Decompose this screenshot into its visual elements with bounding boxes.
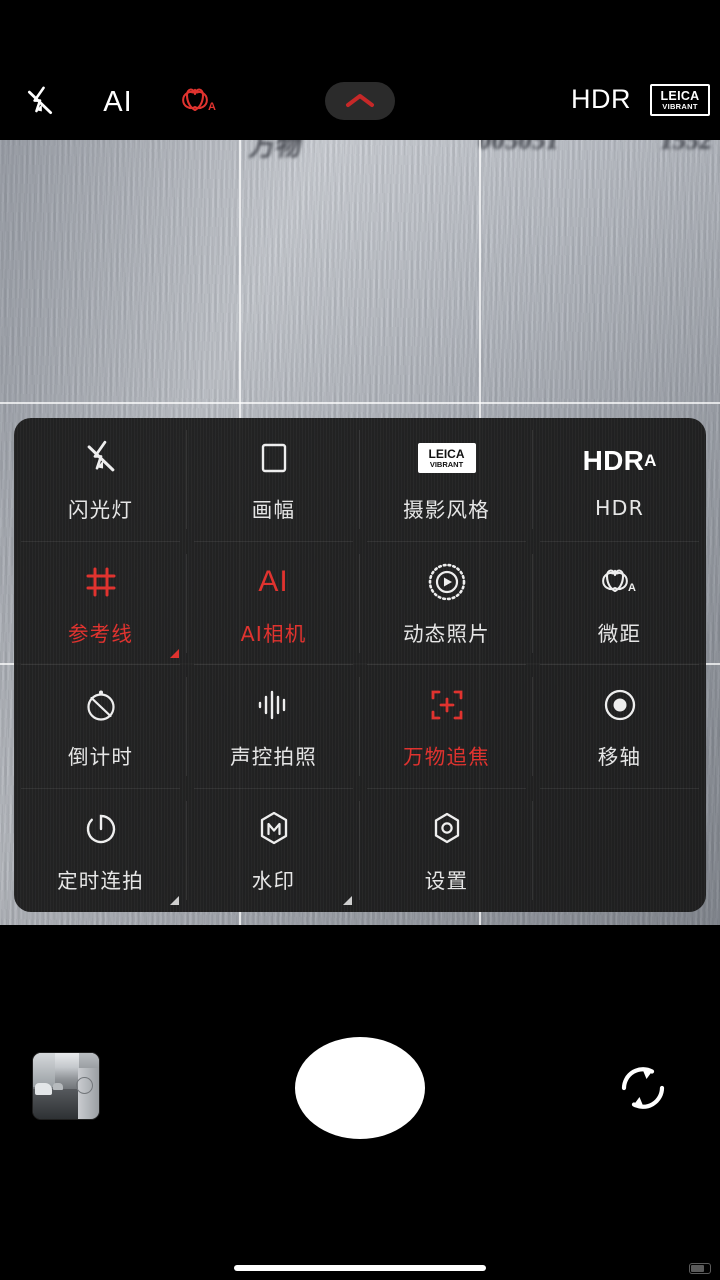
expand-corner-indicator[interactable] [343,896,352,905]
flash-off-glyph [23,85,57,119]
leica-brand-label: LEICA [661,90,700,103]
macro-auto-icon: A [595,560,645,604]
grid-line-horizontal [0,402,720,404]
leica-mode-label: VIBRANT [430,461,463,469]
setting-macro[interactable]: A 微距 [533,542,706,666]
setting-label: 定时连拍 [57,864,144,894]
setting-timer[interactable]: 倒计时 [14,665,187,789]
setting-label: 万物追焦 [403,740,490,770]
setting-label: AI相机 [241,617,307,647]
camera-settings-panel: 闪光灯 画幅 LEICA VIBRANT 摄影风格 HDRA HDR [14,418,706,912]
burst-timer-icon [82,807,120,851]
tilt-shift-icon [601,683,639,727]
timer-off-icon [82,683,120,727]
macro-glyph: A [175,81,225,121]
setting-tracking-focus[interactable]: 万物追焦 [360,665,533,789]
svg-text:A: A [628,582,636,594]
leica-vibrant-icon: LEICA VIBRANT [418,436,476,480]
hdr-icon-text: HDR [583,445,645,477]
home-indicator [234,1265,486,1271]
chevron-up-icon [344,92,376,110]
voice-capture-icon [253,683,295,727]
setting-label: 声控拍照 [230,740,317,770]
setting-tilt-shift[interactable]: 移轴 [533,665,706,789]
setting-grid-lines[interactable]: 参考线 [14,542,187,666]
setting-photo-style[interactable]: LEICA VIBRANT 摄影风格 [360,418,533,542]
live-photo-icon [427,560,467,604]
hdr-toggle-button[interactable]: HDR [571,84,631,115]
leica-mode-label: VIBRANT [662,103,697,111]
setting-label: 参考线 [68,617,133,647]
collapse-panel-button[interactable] [325,82,395,120]
scene-text: 1552 [658,140,714,156]
setting-label: HDR [595,496,644,520]
top-toolbar: AI A HDR LEICA VIBRANT [0,0,720,140]
macro-auto-icon[interactable]: A [170,80,230,122]
setting-flash[interactable]: 闪光灯 [14,418,187,542]
grid-lines-icon [82,560,120,604]
thumb-building-left [33,1053,55,1087]
setting-burst-timer[interactable]: 定时连拍 [14,789,187,913]
setting-label: 微距 [598,617,641,647]
setting-aspect-ratio[interactable]: 画幅 [187,418,360,542]
thumb-car [35,1083,52,1094]
setting-label: 动态照片 [403,617,490,647]
setting-ai-camera[interactable]: AI AI相机 [187,542,360,666]
settings-icon [427,807,467,851]
ai-camera-icon: AI [258,560,288,604]
setting-label: 水印 [252,864,295,894]
scene-text: 005051 [476,140,561,156]
setting-watermark[interactable]: 水印 [187,789,360,913]
thumb-seal [76,1077,93,1094]
setting-label: 设置 [425,864,468,894]
setting-hdr[interactable]: HDRA HDR [533,418,706,542]
expand-corner-indicator[interactable] [170,896,179,905]
expand-corner-indicator[interactable] [170,649,179,658]
setting-label: 画幅 [252,493,295,523]
leica-style-badge[interactable]: LEICA VIBRANT [650,84,710,116]
shutter-button[interactable] [295,1037,425,1139]
svg-text:A: A [208,101,216,113]
flip-camera-icon[interactable] [612,1057,674,1119]
flip-camera-glyph [612,1057,674,1119]
hdr-label: HDR [571,84,631,114]
setting-settings[interactable]: 设置 [360,789,533,913]
hdr-icon-sub: A [644,451,656,471]
tracking-focus-icon [427,683,467,727]
setting-label: 闪光灯 [68,493,133,523]
scene-text: 万物 [247,140,304,163]
leica-brand-label: LEICA [429,448,465,460]
setting-label: 移轴 [598,740,641,770]
setting-empty-slot [533,789,706,913]
battery-icon [689,1263,711,1274]
setting-label: 摄影风格 [403,493,490,523]
hdr-auto-icon: HDRA [583,439,657,483]
watermark-icon [254,807,294,851]
ai-mode-label: AI [103,86,132,119]
setting-live-photo[interactable]: 动态照片 [360,542,533,666]
flash-off-icon [82,436,120,480]
thumb-car-far [53,1083,63,1090]
flash-off-icon[interactable] [20,84,60,120]
ai-mode-button[interactable]: AI [95,83,141,121]
setting-voice-capture[interactable]: 声控拍照 [187,665,360,789]
aspect-ratio-icon [257,436,291,480]
setting-label: 倒计时 [68,740,133,770]
gallery-thumbnail[interactable] [32,1052,100,1120]
